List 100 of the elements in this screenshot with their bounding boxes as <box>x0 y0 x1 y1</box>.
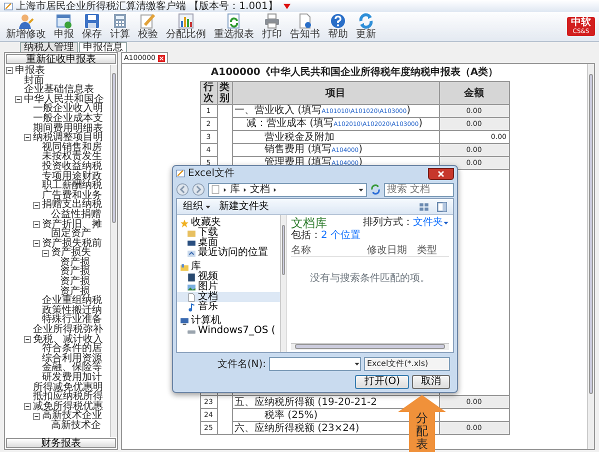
filetype-dropdown[interactable]: Excel文件(*.xls) <box>364 357 450 371</box>
panel-button[interactable]: 财务报表 <box>6 438 116 448</box>
nav-item[interactable]: 视频 <box>177 272 280 282</box>
collapse-icon[interactable] <box>42 250 49 257</box>
toolbar-button[interactable]: 校验 <box>136 13 160 40</box>
nav-item[interactable]: 最近访问的位置 <box>177 248 280 258</box>
tree-item[interactable]: 期间费用明细表 <box>33 124 103 134</box>
tree-item[interactable]: 减免所得税优惠 <box>33 402 103 412</box>
column-header[interactable]: 修改日期 <box>367 245 417 256</box>
column-header: 项目 <box>232 82 439 104</box>
tree-item[interactable]: 符合条件的居 <box>42 344 102 354</box>
nav-item[interactable]: 库 <box>177 262 280 272</box>
collapse-icon[interactable] <box>33 240 40 247</box>
panel-button[interactable]: 重新征收申报表 <box>6 54 116 64</box>
tree-item[interactable]: 固定资产 <box>51 229 91 239</box>
includes-label: 包括： <box>291 230 321 241</box>
column-header[interactable]: 类型 <box>417 245 437 256</box>
toolbar-button[interactable]: 保存 <box>80 13 104 40</box>
nav-item[interactable]: 下载 <box>177 228 280 238</box>
tree-item[interactable]: 资产损失 <box>51 248 91 258</box>
tree-item[interactable]: 高新技术企 <box>51 420 101 431</box>
toolbar-button[interactable]: 新增修改 <box>4 13 48 40</box>
tree-item[interactable]: 广告费和业务 <box>42 190 102 200</box>
toolbar-button[interactable]: 新建文件夹 <box>219 201 269 212</box>
sort-dropdown[interactable]: 文件夹 <box>413 217 443 228</box>
toolbar-button[interactable]: 打印 <box>260 13 284 40</box>
close-icon <box>437 170 445 178</box>
scrollbar[interactable] <box>587 64 594 449</box>
nav-item[interactable]: 计算机 <box>177 316 280 326</box>
collapse-icon[interactable] <box>24 403 31 410</box>
tree-item[interactable]: 企业基础信息表 <box>24 85 94 95</box>
open-button[interactable]: 打开(O) <box>355 375 409 389</box>
scrollbar[interactable] <box>110 65 117 437</box>
tree-item[interactable]: 企业重组纳税 <box>42 296 102 306</box>
view-icon[interactable] <box>419 202 429 212</box>
tree-item[interactable]: 职工薪酬纳税 <box>42 181 102 191</box>
tree-item[interactable]: 中华人民共和国企 <box>24 94 104 104</box>
collapse-icon[interactable] <box>33 202 40 209</box>
collapse-icon[interactable] <box>24 336 31 343</box>
column-header[interactable]: 名称 <box>291 245 367 256</box>
window-title: 上海市居民企业所得税汇算清缴客户端 【版本号：1.001】 <box>16 0 278 12</box>
pencil-icon <box>140 13 156 29</box>
scrollbar[interactable] <box>280 215 286 352</box>
tree-item[interactable]: 封面 <box>24 76 44 86</box>
tree-item[interactable]: 捐赠支出纳税 <box>42 200 102 210</box>
library-icon <box>180 262 189 272</box>
tree-item[interactable]: 资产损 <box>60 258 90 268</box>
toolbar-button[interactable]: 告知书 <box>288 13 322 40</box>
tree-item[interactable]: 金融、保险等 <box>42 363 102 373</box>
collapse-icon[interactable] <box>6 67 13 74</box>
toolbar-button[interactable]: 重选报表 <box>212 13 256 40</box>
tree-item[interactable]: 未按权责发生 <box>42 152 102 162</box>
tree-item[interactable]: 视同销售和房 <box>42 142 102 152</box>
nav-item[interactable]: 音乐 <box>177 302 280 312</box>
locations-link[interactable]: 2 个位置 <box>321 230 361 241</box>
toolbar-button[interactable]: 申报 <box>52 13 76 40</box>
chevron-icon <box>242 186 248 192</box>
address-bar[interactable]: 库 文档 <box>208 182 367 196</box>
preview-pane-icon[interactable] <box>437 202 447 212</box>
toolbar-button[interactable]: 计算 <box>108 13 132 40</box>
toolbar-button[interactable]: 帮助 <box>326 13 350 40</box>
nav-item[interactable]: 桌面 <box>177 238 280 248</box>
close-icon[interactable] <box>158 54 165 62</box>
collapse-icon[interactable] <box>15 96 22 104</box>
collapse-icon[interactable] <box>24 134 31 142</box>
tree-item[interactable]: 公益性捐赠 <box>51 210 101 220</box>
tree-item[interactable]: 资产损失税前 <box>42 238 102 248</box>
nav-item[interactable]: 收藏夹 <box>177 218 280 228</box>
collapse-icon[interactable] <box>33 220 40 228</box>
scrollbar[interactable] <box>291 343 449 350</box>
tree-item[interactable]: 纳税调整项目明 <box>33 133 103 143</box>
tree-item[interactable]: 政策性搬迁纳 <box>42 306 102 316</box>
tree-item[interactable]: 企业所得税弥补 <box>33 325 103 335</box>
filename-field[interactable] <box>269 357 361 371</box>
toolbar-button[interactable]: 更新 <box>354 13 378 40</box>
refresh-icon[interactable] <box>370 184 381 195</box>
tree-item[interactable]: 一般企业收入明 <box>33 104 103 114</box>
search-field[interactable]: 搜索 文档 <box>384 182 454 196</box>
nav-item[interactable]: 文档 <box>177 292 280 302</box>
collapse-icon[interactable] <box>33 412 40 420</box>
tree-item[interactable]: 研发费用加计 <box>42 373 102 383</box>
cancel-button[interactable]: 取消 <box>412 375 450 389</box>
tree-item[interactable]: 投资收益纳税 <box>42 162 102 172</box>
toolbar-button[interactable]: 组织 <box>183 201 211 212</box>
toolbar-button[interactable]: 分配比例 <box>164 13 208 40</box>
tree-item[interactable]: 专项用途财政 <box>42 172 102 182</box>
tree-item[interactable]: 综合利用资源 <box>42 354 102 364</box>
close-button[interactable] <box>428 168 454 180</box>
tree-item[interactable]: 高新技术企业 <box>42 411 102 421</box>
nav-item[interactable]: 图片 <box>177 282 280 292</box>
tree-item[interactable]: 抵扣应纳税所得 <box>33 392 103 402</box>
tab[interactable]: 纳税人管理 <box>20 42 78 52</box>
tree-item[interactable]: 一般企业成本支 <box>33 114 103 124</box>
tree-item[interactable]: 资产损 <box>60 277 90 287</box>
tab[interactable]: 申报信息 <box>79 42 127 52</box>
tree-item[interactable]: 所得减免优惠明 <box>33 382 103 392</box>
nav-item[interactable]: Windows7_OS ( <box>177 326 280 336</box>
tree-item[interactable]: 免税、减计收入 <box>33 334 103 344</box>
sort-label: 排列方式： <box>363 217 413 228</box>
tree-item[interactable]: 申报表 <box>15 66 45 76</box>
